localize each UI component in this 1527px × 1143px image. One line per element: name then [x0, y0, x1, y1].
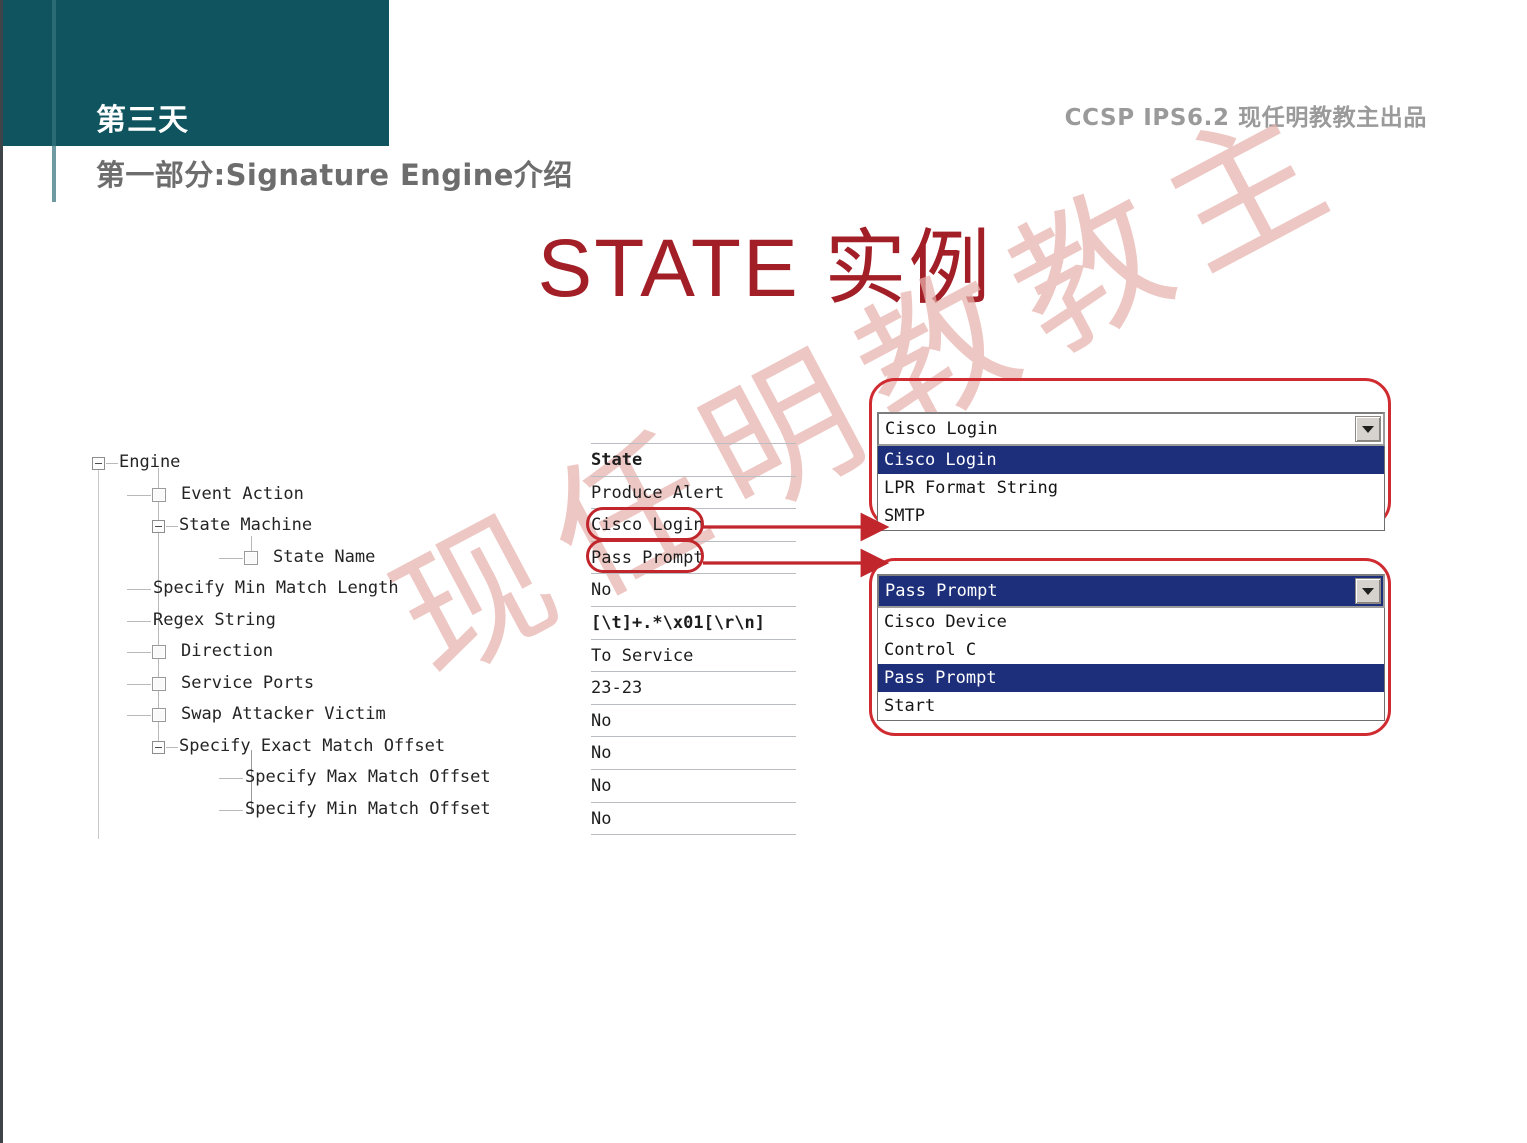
chevron-down-icon[interactable]: [1355, 416, 1381, 442]
combobox-option[interactable]: Cisco Device: [878, 608, 1384, 636]
state-machine-selected-value: Cisco Login: [885, 419, 998, 439]
header-course-label: CCSP IPS6.2 现任明教教主出品: [1064, 105, 1427, 131]
header-teal-block: [3, 0, 389, 146]
tree-checkbox[interactable]: [244, 550, 258, 565]
tree-item[interactable]: Regex String: [89, 608, 559, 640]
tree-item-label: Regex String: [153, 609, 276, 630]
tree-connector: [166, 746, 178, 748]
parameter-value-row: No: [591, 768, 796, 802]
parameter-value-text: Pass Prompt: [591, 547, 704, 568]
parameter-value-text: No: [591, 710, 612, 731]
parameter-value-text: State: [591, 450, 643, 470]
tree-item-label: Specify Exact Match Offset: [179, 735, 446, 756]
header-vertical-rule-lower: [52, 146, 56, 202]
tree-item-label: Specify Min Match Length: [153, 578, 399, 598]
tree-item[interactable]: State Machine: [89, 513, 559, 545]
parameter-value-text: [\t]+.*\x01[\r\n]: [591, 612, 765, 633]
parameter-value-text: To Service: [591, 645, 694, 666]
state-name-combobox-field[interactable]: Pass Prompt: [877, 574, 1385, 608]
state-name-selected-value: Pass Prompt: [885, 581, 998, 601]
tree-checkbox[interactable]: [152, 645, 166, 659]
parameter-value-row: Produce Alert: [591, 475, 796, 509]
parameter-value-row: No: [591, 703, 796, 737]
tree-item[interactable]: Specify Exact Match Offset: [89, 734, 559, 766]
tree-item[interactable]: Swap Attacker Victim: [89, 702, 559, 734]
parameter-value-row: [\t]+.*\x01[\r\n]: [591, 605, 796, 639]
parameter-value-row: Cisco Login: [591, 508, 796, 541]
tree-connector: [127, 715, 151, 716]
parameter-value-row: State: [591, 443, 796, 476]
tree-item[interactable]: Specify Min Match Offset: [89, 797, 559, 829]
tree-item[interactable]: Service Ports: [89, 671, 559, 703]
parameter-value-text: Cisco Login: [591, 515, 704, 536]
tree-connector: [219, 557, 243, 559]
slide-canvas: 第三天 第一部分:Signature Engine介绍 CCSP IPS6.2 …: [0, 0, 1527, 1143]
tree-item-label: Service Ports: [181, 672, 315, 693]
tree-item-label: Direction: [181, 641, 274, 661]
tree-connector: [106, 463, 118, 464]
state-name-option-list[interactable]: Cisco Device Control C Pass Prompt Start: [877, 608, 1385, 721]
parameter-value-text: No: [591, 743, 612, 764]
header-section-subtitle: 第一部分:Signature Engine介绍: [96, 158, 573, 192]
tree-connector: [127, 494, 151, 496]
tree-item-label: Engine: [119, 452, 181, 472]
tree-checkbox[interactable]: [152, 676, 166, 691]
combobox-option[interactable]: LPR Format String: [878, 474, 1384, 502]
tree-expander-minus-icon[interactable]: [92, 457, 105, 470]
tree-item[interactable]: Direction: [89, 639, 559, 671]
tree-item-label: State Name: [273, 546, 376, 567]
combobox-option[interactable]: SMTP: [878, 502, 1384, 530]
chevron-down-icon[interactable]: [1355, 578, 1381, 604]
parameter-value-text: No: [591, 580, 612, 601]
tree-item[interactable]: Engine: [89, 450, 559, 482]
parameter-value-text: 23-23: [591, 678, 643, 699]
page-title: STATE 实例: [3, 228, 1527, 310]
tree-item-label: Swap Attacker Victim: [181, 704, 386, 724]
tree-item[interactable]: Specify Min Match Length: [89, 576, 559, 608]
parameter-value-row: No: [591, 573, 796, 606]
engine-parameter-tree[interactable]: Engine Event Action State Machine State Nam…: [89, 450, 559, 839]
tree-item[interactable]: Specify Max Match Offset: [89, 765, 559, 797]
parameter-value-column: State Produce Alert Cisco Login Pass Prompt…: [591, 443, 796, 836]
tree-item-label: Specify Min Match Offset: [245, 798, 491, 819]
tree-connector: [127, 589, 151, 590]
tree-connector: [127, 683, 151, 685]
parameter-value-text: No: [591, 808, 612, 829]
combobox-option[interactable]: Pass Prompt: [878, 664, 1384, 692]
state-machine-option-list[interactable]: Cisco Login LPR Format String SMTP: [877, 446, 1385, 531]
tree-expander-minus-icon[interactable]: [152, 740, 165, 754]
page-title-cjk: 实例: [824, 221, 993, 316]
parameter-value-text: Produce Alert: [591, 482, 725, 503]
tree-item[interactable]: Event Action: [89, 482, 559, 514]
state-machine-combobox[interactable]: Cisco Login Cisco Login LPR Format String…: [877, 412, 1385, 531]
tree-connector: [219, 809, 243, 811]
combobox-option[interactable]: Start: [878, 692, 1384, 720]
header-day-label: 第三天: [96, 103, 189, 138]
parameter-value-row: No: [591, 801, 796, 836]
tree-expander-minus-icon[interactable]: [152, 520, 165, 533]
tree-item-label: Specify Max Match Offset: [245, 767, 491, 787]
parameter-value-row: Pass Prompt: [591, 540, 796, 574]
combobox-option[interactable]: Control C: [878, 636, 1384, 664]
parameter-value-row: No: [591, 736, 796, 769]
parameter-value-text: No: [591, 775, 612, 796]
tree-item[interactable]: State Name: [89, 545, 559, 577]
state-machine-combobox-field[interactable]: Cisco Login: [877, 412, 1385, 446]
page-title-latin: STATE: [537, 223, 825, 314]
tree-item-label: State Machine: [179, 515, 313, 535]
tree-connector: [127, 620, 151, 622]
parameter-value-row: To Service: [591, 638, 796, 672]
tree-connector: [219, 778, 243, 779]
tree-checkbox[interactable]: [152, 708, 166, 722]
tree-connector: [166, 526, 178, 527]
state-name-combobox[interactable]: Pass Prompt Cisco Device Control C Pass Pr…: [877, 574, 1385, 721]
tree-item-label: Event Action: [181, 483, 304, 504]
tree-connector: [127, 652, 151, 653]
parameter-value-row: 23-23: [591, 671, 796, 704]
combobox-option[interactable]: Cisco Login: [878, 446, 1384, 474]
tree-checkbox[interactable]: [152, 487, 166, 502]
